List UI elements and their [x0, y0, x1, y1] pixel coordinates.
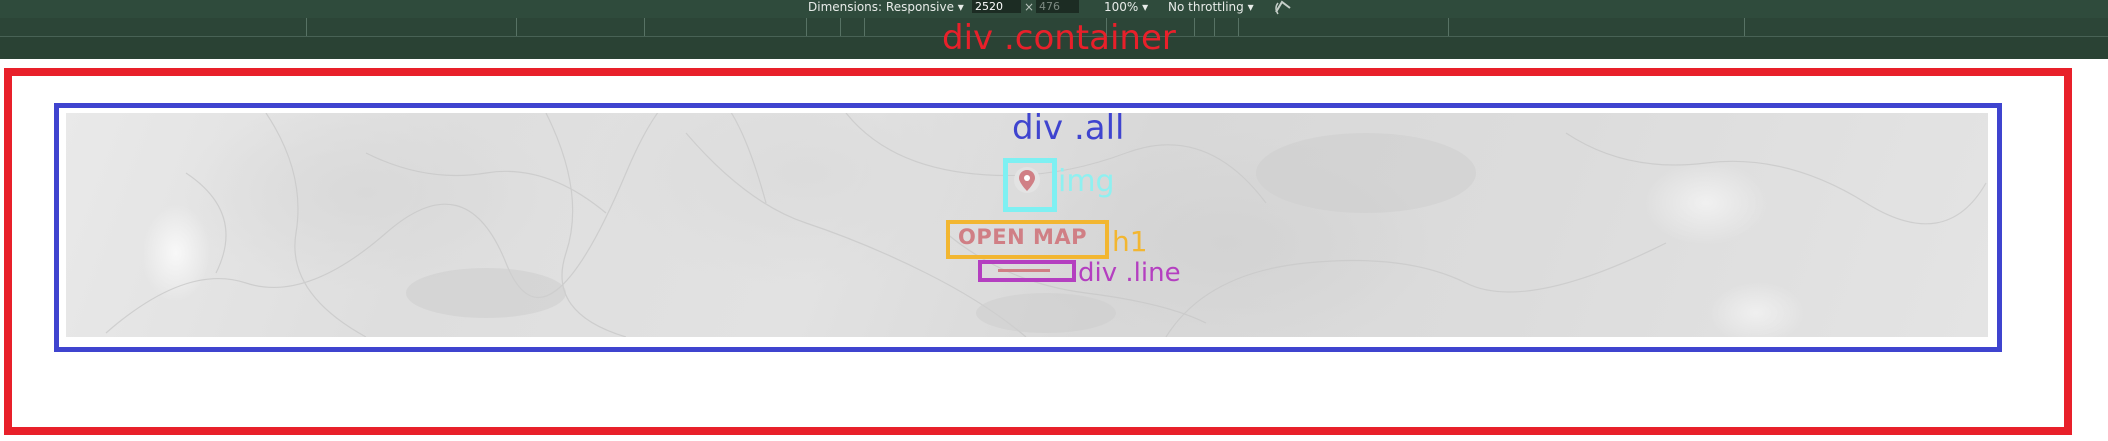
- ruler-tick: [1448, 18, 1449, 36]
- ruler-tick: [644, 18, 645, 36]
- ruler-tick: [806, 18, 807, 36]
- ruler-tick: [1194, 18, 1195, 36]
- all-highlight-tab: [1010, 103, 1272, 107]
- width-input[interactable]: 2520: [972, 0, 1021, 13]
- ruler-tick: [864, 18, 865, 36]
- decorative-line: [998, 269, 1050, 272]
- zoom-dropdown[interactable]: 100% ▾: [1104, 0, 1148, 14]
- ruler-tick: [840, 18, 841, 36]
- dimension-separator: ×: [1024, 0, 1035, 14]
- ruler-tick: [1744, 18, 1745, 36]
- ruler-tick: [1238, 18, 1239, 36]
- all-label: div .all: [1012, 108, 1125, 148]
- ruler-tick: [516, 18, 517, 36]
- throttling-dropdown[interactable]: No throttling ▾: [1168, 0, 1254, 14]
- height-input[interactable]: 476: [1036, 0, 1079, 13]
- ruler-tick: [1214, 18, 1215, 36]
- h1-label: h1: [1112, 225, 1148, 258]
- map-pin-icon[interactable]: [1013, 166, 1041, 194]
- ruler-tick: [306, 18, 307, 36]
- dimensions-dropdown[interactable]: Dimensions: Responsive ▾: [808, 0, 964, 14]
- line-label: div .line: [1078, 258, 1181, 288]
- open-map-heading[interactable]: OPEN MAP: [958, 225, 1087, 249]
- container-label: div .container: [942, 18, 1176, 58]
- rotate-icon[interactable]: [1272, 0, 1294, 16]
- devtools-device-toolbar: Dimensions: Responsive ▾ 2520 × 476 100%…: [0, 0, 2108, 18]
- img-label: img: [1058, 164, 1115, 199]
